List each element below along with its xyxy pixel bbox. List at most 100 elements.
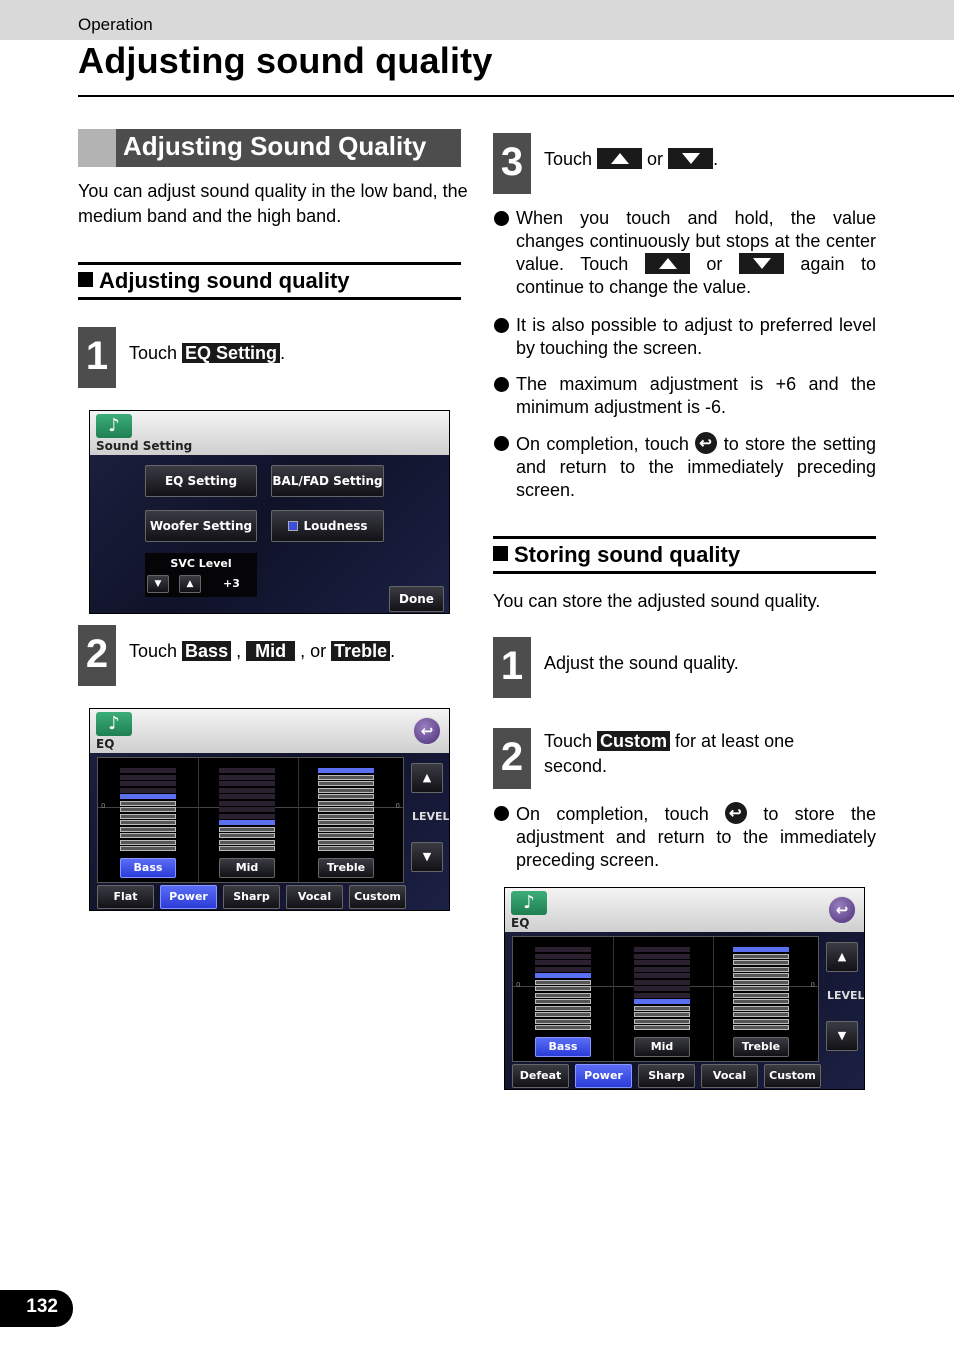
music-note-icon: ♪: [96, 414, 132, 438]
subhead-adjusting: Adjusting sound quality: [78, 262, 461, 300]
screen-title: EQ: [96, 737, 115, 751]
eq-segment: [634, 1018, 690, 1024]
bass-key: Bass: [182, 641, 232, 661]
eq-segment: [318, 813, 374, 819]
eq-segment: [219, 839, 275, 845]
eq-segment: [535, 947, 591, 952]
level-down-button[interactable]: ▼: [411, 842, 443, 872]
eq-segment: [219, 774, 275, 780]
eq-segment: [733, 1012, 789, 1017]
eq-segment: [318, 846, 374, 851]
eq-segment: [120, 846, 176, 851]
eq-segment: [634, 992, 690, 998]
level-up-button[interactable]: ▲: [411, 763, 443, 793]
eq-segment: [535, 979, 591, 985]
level-down-button[interactable]: ▼: [826, 1021, 858, 1051]
preset-button-power[interactable]: Power: [575, 1064, 632, 1088]
eq-segment: [733, 960, 789, 965]
step2-text: Touch Bass , Mid , or Treble.: [129, 641, 396, 661]
loudness-button[interactable]: Loudness: [271, 510, 384, 542]
eq-segment: [733, 992, 789, 998]
band-button-mid[interactable]: Mid: [219, 858, 275, 878]
section-banner: Adjusting Sound Quality: [78, 129, 461, 167]
screen-titlebar: ♪ EQ ↩: [90, 709, 449, 753]
eq-setting-key: EQ Setting: [182, 343, 281, 363]
eq-segment: [318, 794, 374, 799]
sound-setting-screen: ♪ Sound Setting EQ Setting BAL/FAD Setti…: [89, 410, 450, 614]
band-button-bass[interactable]: Bass: [120, 858, 176, 878]
eq-bands-panel: 0 0 Bass Mid Treble: [512, 936, 819, 1062]
eq-setting-button[interactable]: EQ Setting: [145, 465, 257, 497]
preset-button-sharp[interactable]: Sharp: [223, 885, 280, 909]
eq-segment: [318, 787, 374, 793]
eq-segment: [120, 807, 176, 812]
eq-segment: [120, 826, 176, 832]
preset-button-custom[interactable]: Custom: [349, 885, 406, 909]
eq-segment: [634, 986, 690, 991]
eq-segment: [120, 781, 176, 786]
level-label: LEVEL: [827, 989, 865, 1002]
screen-title: EQ: [511, 916, 530, 930]
eq-segment: [733, 1018, 789, 1024]
zero-label-left: 0: [516, 981, 521, 989]
done-button[interactable]: Done: [389, 586, 444, 612]
eq-segment: [535, 1018, 591, 1024]
eq-bands-panel: 0 0 Bass Mid Treble: [97, 757, 404, 883]
level-up-button[interactable]: ▲: [826, 942, 858, 972]
eq-segment: [120, 813, 176, 819]
eq-screen: ♪ EQ ↩ 0 0 Bass Mid Treble ▲ LEVEL ▼ Flat Power Sharp…: [89, 708, 450, 911]
eq-segment: [634, 999, 690, 1004]
preset-button-custom[interactable]: Custom: [764, 1064, 821, 1088]
eq-segment: [120, 839, 176, 845]
eq-band-bass[interactable]: [120, 760, 176, 852]
band-button-mid[interactable]: Mid: [634, 1037, 690, 1057]
eq-band-mid[interactable]: [634, 939, 690, 1031]
bal-fad-setting-button[interactable]: BAL/FAD Setting: [271, 465, 384, 497]
eq-segment: [318, 820, 374, 825]
eq-band-treble[interactable]: [733, 939, 789, 1031]
down-arrow-key: [668, 148, 714, 169]
eq-segment: [219, 800, 275, 806]
eq-segment: [120, 820, 176, 825]
eq-segment: [219, 846, 275, 851]
loudness-checkbox[interactable]: [287, 521, 298, 531]
back-button[interactable]: ↩: [413, 717, 441, 745]
preset-button-vocal[interactable]: Vocal: [701, 1064, 758, 1088]
eq-band-mid[interactable]: [219, 760, 275, 852]
section-label: Operation: [78, 15, 153, 34]
step3-text: Touch or .: [544, 148, 719, 169]
preset-button-defeat[interactable]: Defeat: [512, 1064, 569, 1088]
woofer-setting-button[interactable]: Woofer Setting: [145, 510, 257, 542]
bullet-dot-icon: [494, 211, 509, 226]
banner-title: Adjusting Sound Quality: [123, 131, 427, 161]
bullet-touch-screen: It is also possible to adjust to preferr…: [494, 314, 876, 360]
eq-segment: [219, 820, 275, 825]
banner-accent: [78, 129, 116, 167]
back-button[interactable]: ↩: [828, 896, 856, 924]
eq-segment: [535, 992, 591, 998]
preset-button-flat[interactable]: Flat: [97, 885, 154, 909]
title-rule: [78, 95, 954, 97]
band-button-bass[interactable]: Bass: [535, 1037, 591, 1057]
store-step2-text: Touch Custom for at least one second.: [544, 731, 795, 776]
preset-button-vocal[interactable]: Vocal: [286, 885, 343, 909]
eq-segment: [219, 768, 275, 773]
svc-level-value: +3: [223, 577, 240, 590]
step1-text: Touch EQ Setting.: [129, 343, 286, 363]
down-arrow-key: [738, 253, 784, 274]
eq-segment: [733, 973, 789, 978]
treble-key: Treble: [331, 641, 391, 661]
square-bullet-icon: [78, 272, 93, 287]
preset-button-sharp[interactable]: Sharp: [638, 1064, 695, 1088]
band-button-treble[interactable]: Treble: [733, 1037, 789, 1057]
svc-down-button[interactable]: ▼: [147, 575, 169, 593]
preset-button-power[interactable]: Power: [160, 885, 217, 909]
eq-band-bass[interactable]: [535, 939, 591, 1031]
eq-segment: [219, 787, 275, 793]
bullet-touch-hold: When you touch and hold, the value chang…: [494, 207, 876, 299]
svc-up-button[interactable]: ▲: [179, 575, 201, 593]
eq-segment: [733, 1005, 789, 1011]
eq-segment: [318, 781, 374, 786]
band-button-treble[interactable]: Treble: [318, 858, 374, 878]
eq-band-treble[interactable]: [318, 760, 374, 852]
